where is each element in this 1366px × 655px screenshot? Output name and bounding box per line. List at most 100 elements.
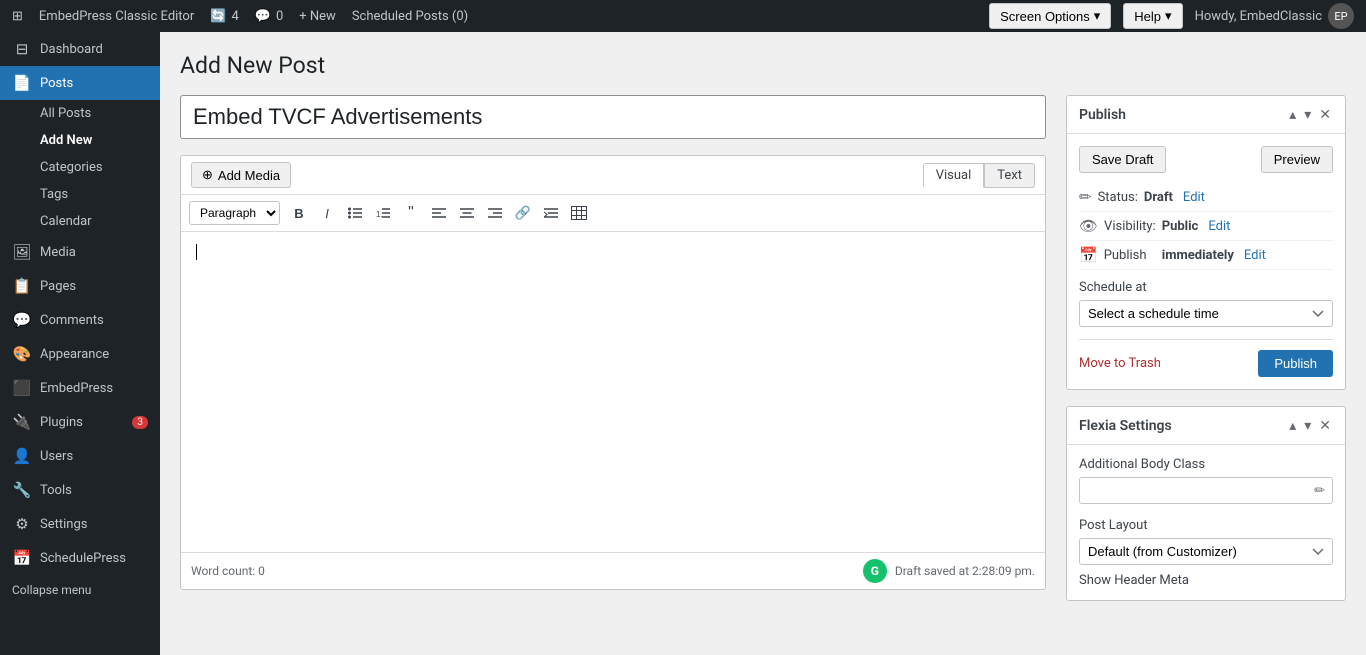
visual-text-tabs: Visual Text bbox=[923, 163, 1035, 188]
flexia-close-button[interactable]: ✕ bbox=[1317, 415, 1333, 436]
bold-button[interactable]: B bbox=[286, 200, 312, 226]
tools-icon: 🔧 bbox=[12, 481, 32, 499]
indent-button[interactable] bbox=[538, 200, 564, 226]
embedpress-icon: ⬛ bbox=[12, 379, 32, 397]
publish-time-edit-link[interactable]: Edit bbox=[1244, 248, 1266, 263]
post-layout-label: Post Layout bbox=[1079, 518, 1333, 533]
screen-options-button[interactable]: Screen Options ▾ bbox=[989, 3, 1111, 29]
status-value: Draft bbox=[1144, 190, 1173, 205]
text-tab-label: Text bbox=[997, 168, 1022, 183]
grammarly-icon[interactable]: G bbox=[863, 559, 887, 583]
publish-close-button[interactable]: ✕ bbox=[1317, 104, 1333, 125]
sidebar-sub-tags[interactable]: Tags bbox=[0, 181, 160, 208]
users-icon: 👤 bbox=[12, 447, 32, 465]
sidebar-item-label-embedpress: EmbedPress bbox=[40, 381, 113, 396]
flexia-header-controls: ▴ ▾ ✕ bbox=[1287, 415, 1333, 436]
sidebar-item-settings[interactable]: ⚙ Settings bbox=[0, 507, 160, 541]
save-draft-button[interactable]: Save Draft bbox=[1079, 146, 1166, 173]
sidebar-sub-calendar[interactable]: Calendar bbox=[0, 208, 160, 235]
flexia-collapse-up-button[interactable]: ▴ bbox=[1287, 415, 1298, 436]
collapse-menu[interactable]: Collapse menu bbox=[0, 575, 160, 605]
show-header-meta-label: Show Header Meta bbox=[1079, 573, 1333, 588]
ordered-list-button[interactable]: 1. bbox=[370, 200, 396, 226]
italic-button[interactable]: I bbox=[314, 200, 340, 226]
content-row: ⊕ Add Media Visual Text bbox=[180, 95, 1346, 617]
publish-draft-row: Save Draft Preview bbox=[1079, 146, 1333, 173]
publish-calendar-icon: 📅 bbox=[1079, 246, 1098, 264]
post-title-input[interactable] bbox=[180, 95, 1046, 139]
main-content: Add New Post ⊕ Add Media Visual bbox=[160, 32, 1366, 655]
preview-button[interactable]: Preview bbox=[1261, 146, 1333, 173]
sidebar-item-label-comments: Comments bbox=[40, 313, 104, 328]
add-media-label: Add Media bbox=[218, 168, 280, 183]
adminbar-wp-logo[interactable]: ⊞ bbox=[12, 9, 23, 24]
help-button[interactable]: Help ▾ bbox=[1123, 3, 1182, 29]
align-center-button[interactable] bbox=[454, 200, 480, 226]
visibility-edit-link[interactable]: Edit bbox=[1208, 219, 1230, 234]
adminbar-site-name[interactable]: EmbedPress Classic Editor bbox=[39, 9, 194, 24]
sidebar-item-label-dashboard: Dashboard bbox=[40, 42, 103, 57]
adminbar-new[interactable]: + New bbox=[299, 9, 336, 24]
visual-tab[interactable]: Visual bbox=[923, 163, 985, 188]
adminbar-right: Screen Options ▾ Help ▾ Howdy, EmbedClas… bbox=[989, 3, 1354, 29]
align-right-button[interactable] bbox=[482, 200, 508, 226]
sidebar-item-schedulepress[interactable]: 📅 SchedulePress bbox=[0, 541, 160, 575]
sidebar-sub-all-posts[interactable]: All Posts bbox=[0, 100, 160, 127]
publish-collapse-up-button[interactable]: ▴ bbox=[1287, 104, 1298, 125]
additional-body-class-wrap: ✏ bbox=[1079, 477, 1333, 504]
status-pencil-icon: ✏ bbox=[1079, 188, 1092, 206]
publish-box-body: Save Draft Preview ✏ Status: Draft Edit bbox=[1067, 134, 1345, 389]
sidebar-item-comments[interactable]: 💬 Comments bbox=[0, 303, 160, 337]
sidebar-item-pages[interactable]: 📋 Pages bbox=[0, 269, 160, 303]
add-media-button[interactable]: ⊕ Add Media bbox=[191, 162, 291, 188]
link-button[interactable]: 🔗 bbox=[510, 200, 536, 226]
sidebar-item-plugins[interactable]: 🔌 Plugins 3 bbox=[0, 405, 160, 439]
all-posts-label: All Posts bbox=[40, 106, 91, 121]
site-name-label: EmbedPress Classic Editor bbox=[39, 9, 194, 24]
status-edit-link[interactable]: Edit bbox=[1183, 190, 1205, 205]
sidebar-item-users[interactable]: 👤 Users bbox=[0, 439, 160, 473]
flexia-settings-box: Flexia Settings ▴ ▾ ✕ Additional Body Cl… bbox=[1066, 406, 1346, 601]
sidebar: ⊟ Dashboard 📄 Posts All Posts Add New Ca… bbox=[0, 32, 160, 655]
additional-body-class-input[interactable] bbox=[1079, 477, 1333, 504]
sidebar-sub-add-new[interactable]: Add New bbox=[0, 127, 160, 154]
sidebar-item-label-appearance: Appearance bbox=[40, 347, 109, 362]
publish-button[interactable]: Publish bbox=[1258, 350, 1333, 377]
adminbar-howdy: Howdy, EmbedClassic EP bbox=[1195, 3, 1354, 29]
unordered-list-button[interactable] bbox=[342, 200, 368, 226]
editor-container: ⊕ Add Media Visual Text bbox=[180, 155, 1046, 590]
blockquote-button[interactable]: " bbox=[398, 200, 424, 226]
sidebar-item-appearance[interactable]: 🎨 Appearance bbox=[0, 337, 160, 371]
flexia-box-header: Flexia Settings ▴ ▾ ✕ bbox=[1067, 407, 1345, 445]
table-button[interactable] bbox=[566, 200, 592, 226]
categories-label: Categories bbox=[40, 160, 103, 175]
add-media-icon: ⊕ bbox=[202, 167, 213, 183]
text-tab[interactable]: Text bbox=[984, 163, 1035, 188]
page-title: Add New Post bbox=[180, 52, 1346, 79]
adminbar-scheduled-posts[interactable]: Scheduled Posts (0) bbox=[352, 9, 468, 24]
svg-text:1.: 1. bbox=[376, 210, 383, 219]
paragraph-select[interactable]: Paragraph Heading 1 Heading 2 bbox=[189, 201, 280, 225]
appearance-icon: 🎨 bbox=[12, 345, 32, 363]
sidebar-item-label-users: Users bbox=[40, 449, 73, 464]
sidebar-item-embedpress[interactable]: ⬛ EmbedPress bbox=[0, 371, 160, 405]
sidebar-item-media[interactable]: 🖼 Media bbox=[0, 235, 160, 269]
flexia-collapse-down-button[interactable]: ▾ bbox=[1302, 415, 1313, 436]
align-left-button[interactable] bbox=[426, 200, 452, 226]
move-to-trash-link[interactable]: Move to Trash bbox=[1079, 356, 1161, 371]
comments-menu-icon: 💬 bbox=[12, 311, 32, 329]
sidebar-item-posts[interactable]: 📄 Posts bbox=[0, 66, 160, 100]
visibility-row: 👁 Visibility: Public Edit bbox=[1079, 212, 1333, 241]
post-layout-select[interactable]: Default (from Customizer) Full Width Box… bbox=[1079, 538, 1333, 565]
adminbar-updates[interactable]: 🔄 4 bbox=[210, 9, 239, 24]
schedule-select[interactable]: Select a schedule time bbox=[1079, 300, 1333, 327]
collapse-menu-label: Collapse menu bbox=[12, 583, 91, 597]
editor-cursor bbox=[196, 244, 197, 260]
sidebar-item-dashboard[interactable]: ⊟ Dashboard bbox=[0, 32, 160, 66]
sidebar-item-tools[interactable]: 🔧 Tools bbox=[0, 473, 160, 507]
publish-collapse-down-button[interactable]: ▾ bbox=[1302, 104, 1313, 125]
sidebar-sub-categories[interactable]: Categories bbox=[0, 154, 160, 181]
plugins-badge: 3 bbox=[132, 416, 148, 429]
editor-body[interactable] bbox=[181, 232, 1045, 552]
adminbar-comments[interactable]: 💬 0 bbox=[255, 9, 284, 24]
